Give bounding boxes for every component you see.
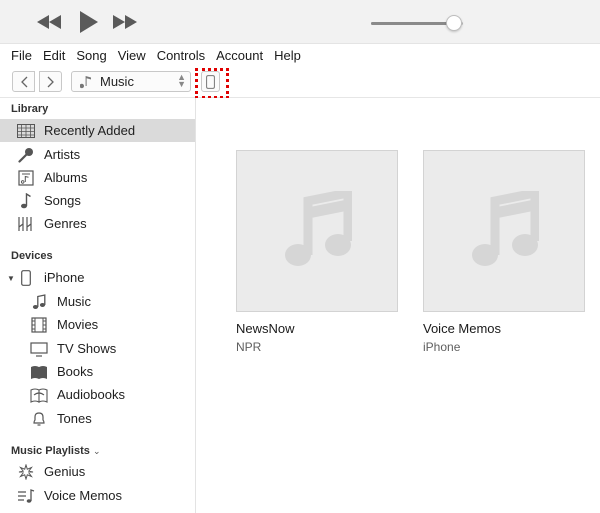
- album-artist[interactable]: iPhone: [423, 340, 585, 354]
- menu-account[interactable]: Account: [216, 48, 263, 63]
- music-note-icon: [80, 75, 91, 88]
- sidebar-item-label: Music: [57, 294, 91, 309]
- album-icon: [16, 168, 36, 188]
- chevron-right-icon: [47, 76, 54, 87]
- forward-button[interactable]: [39, 71, 62, 92]
- sidebar-item-device-tones[interactable]: Tones: [0, 407, 195, 430]
- music-note-icon: [472, 191, 539, 266]
- back-button[interactable]: [12, 71, 35, 92]
- album-artwork[interactable]: [236, 150, 398, 312]
- playlist-icon: [16, 486, 36, 506]
- music-note-icon: [16, 191, 36, 211]
- sidebar-item-device-audiobooks[interactable]: Audiobooks: [0, 383, 195, 406]
- book-icon: [29, 362, 49, 382]
- sidebar-item-label: Recently Added: [44, 123, 136, 138]
- album-artwork[interactable]: [423, 150, 585, 312]
- sidebar-item-label: Audiobooks: [57, 387, 125, 402]
- music-note-icon: [285, 191, 352, 266]
- play-icon: [80, 11, 98, 33]
- fast-forward-button[interactable]: [112, 10, 138, 34]
- sidebar: Library Recently Added Artists Albums So…: [0, 98, 196, 513]
- sidebar-item-genres[interactable]: Genres: [0, 212, 195, 235]
- device-button[interactable]: [201, 71, 220, 92]
- bell-icon: [29, 409, 49, 429]
- sidebar-item-device-books[interactable]: Books: [0, 360, 195, 383]
- updown-caret-icon: ▲ ▼: [177, 72, 186, 89]
- genres-icon: [16, 214, 36, 234]
- sidebar-item-label: Genius: [44, 464, 86, 479]
- music-playlists-heading-label: Music Playlists: [11, 445, 90, 457]
- volume-fill: [371, 22, 454, 25]
- album-title[interactable]: NewsNow: [236, 321, 398, 336]
- sidebar-item-label: Movies: [57, 317, 99, 332]
- sidebar-item-label: Books: [57, 364, 94, 379]
- navigation-toolbar: Music ▲ ▼: [0, 66, 600, 98]
- audiobook-icon: [29, 385, 49, 405]
- album-title[interactable]: Voice Memos: [423, 321, 585, 336]
- sidebar-item-label: Albums: [44, 170, 88, 185]
- sidebar-item-device-music[interactable]: Music: [0, 290, 195, 313]
- iphone-icon: [206, 74, 215, 89]
- menu-help[interactable]: Help: [274, 48, 301, 63]
- sidebar-item-label: Genres: [44, 216, 87, 231]
- sidebar-item-label: iPhone: [44, 270, 85, 285]
- menu-edit[interactable]: Edit: [43, 48, 65, 63]
- sidebar-item-iphone[interactable]: ▼ iPhone: [0, 266, 195, 289]
- recently-added-grid: NewsNow NPR Voice Memos iPhone: [196, 98, 600, 513]
- sidebar-item-label: Voice Memos: [44, 488, 123, 503]
- fast-forward-icon: [113, 15, 137, 29]
- chevron-left-icon: [20, 76, 27, 87]
- film-icon: [29, 315, 49, 335]
- playback-toolbar: [0, 0, 600, 44]
- menu-view[interactable]: View: [118, 48, 146, 63]
- menu-controls[interactable]: Controls: [157, 48, 205, 63]
- sidebar-item-device-tv-shows[interactable]: TV Shows: [0, 337, 195, 360]
- menu-file[interactable]: File: [11, 48, 32, 63]
- library-heading: Library: [11, 103, 49, 115]
- genius-icon: [16, 462, 36, 482]
- menu-song[interactable]: Song: [76, 48, 106, 63]
- music-note-icon: [29, 292, 49, 312]
- play-button[interactable]: [76, 10, 102, 34]
- sidebar-item-songs[interactable]: Songs: [0, 189, 195, 212]
- volume-knob[interactable]: [445, 15, 462, 31]
- iphone-icon: [16, 268, 36, 288]
- sidebar-item-genius[interactable]: Genius: [0, 460, 195, 483]
- sidebar-item-label: TV Shows: [57, 341, 117, 356]
- music-playlists-heading[interactable]: Music Playlists ⌄: [11, 445, 100, 457]
- sidebar-item-device-movies[interactable]: Movies: [0, 313, 195, 336]
- chevron-down-icon: ⌄: [92, 446, 101, 456]
- rewind-button[interactable]: [36, 10, 62, 34]
- sidebar-item-artists[interactable]: Artists: [0, 143, 195, 166]
- devices-heading: Devices: [11, 250, 53, 262]
- sidebar-item-label: Artists: [44, 147, 81, 162]
- tv-icon: [29, 339, 49, 359]
- album-tile[interactable]: NewsNow NPR: [236, 150, 398, 354]
- sidebar-item-albums[interactable]: Albums: [0, 166, 195, 189]
- menu-bar: File Edit Song View Controls Account Hel…: [0, 45, 600, 66]
- sidebar-item-label: Songs: [44, 193, 81, 208]
- sidebar-item-voice-memos[interactable]: Voice Memos: [0, 484, 195, 507]
- rewind-icon: [37, 15, 61, 29]
- album-artist[interactable]: NPR: [236, 340, 398, 354]
- microphone-icon: [16, 145, 36, 165]
- volume-slider[interactable]: [371, 14, 471, 32]
- sidebar-item-label: Tones: [57, 411, 92, 426]
- disclosure-triangle-icon[interactable]: ▼: [7, 274, 15, 283]
- media-kind-select[interactable]: Music ▲ ▼: [71, 71, 191, 92]
- recently-added-icon: [16, 121, 36, 141]
- media-kind-label: Music: [100, 74, 134, 89]
- album-tile[interactable]: Voice Memos iPhone: [423, 150, 585, 354]
- sidebar-item-recently-added[interactable]: Recently Added: [0, 119, 195, 142]
